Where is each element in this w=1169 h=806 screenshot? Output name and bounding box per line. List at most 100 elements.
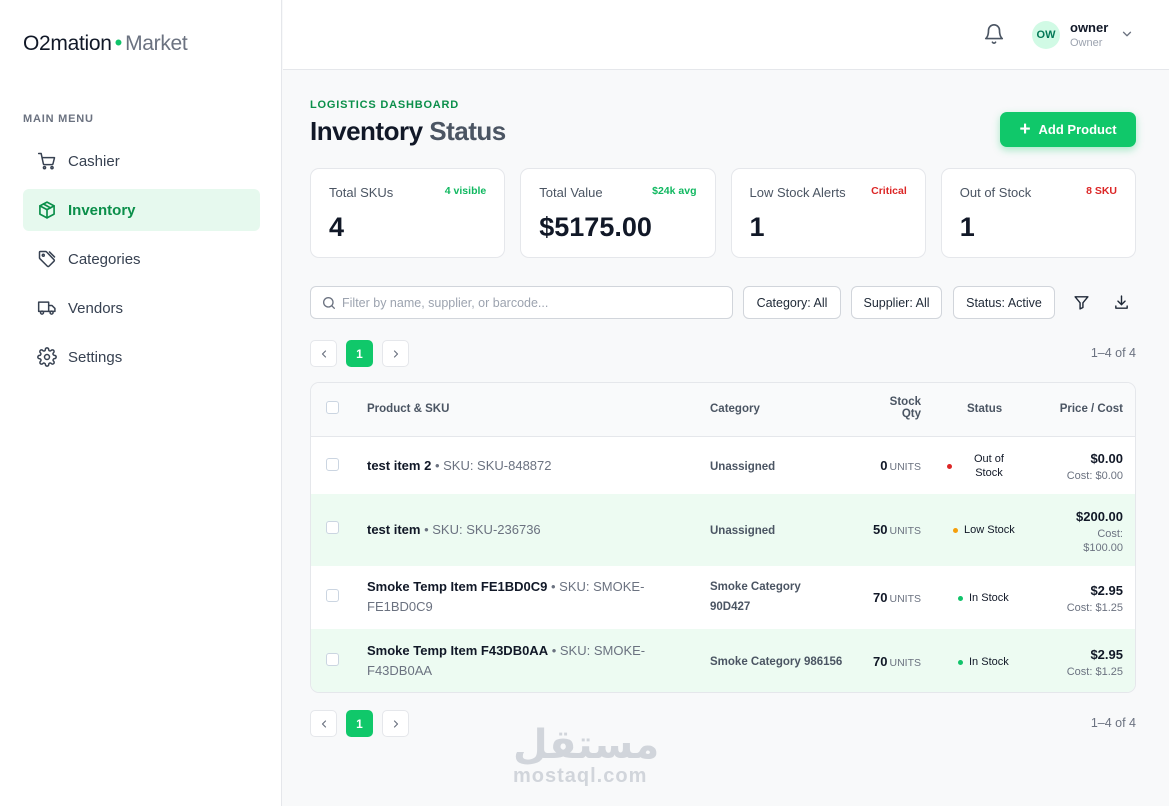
row-checkbox[interactable] <box>326 458 339 471</box>
category-filter[interactable]: Category: All <box>743 286 841 319</box>
select-all-checkbox[interactable] <box>326 401 339 414</box>
brand-logo[interactable]: O2mation • Market <box>23 30 188 56</box>
page-range: 1–4 of 4 <box>1090 346 1136 360</box>
row-checkbox[interactable] <box>326 521 339 534</box>
stock-qty: 0 UNITS <box>880 458 921 473</box>
product-name: Smoke Temp Item F43DB0AA • SKU: SMOKE- F4… <box>367 641 647 681</box>
row-checkbox[interactable] <box>326 589 339 602</box>
tag-icon <box>37 249 57 269</box>
main-menu-heading: MAIN MENU <box>23 113 94 125</box>
qty-value: 50 <box>873 522 888 537</box>
stat-card-total-skus: Total SKUs 4 visible 4 <box>310 168 506 258</box>
filter-icon[interactable] <box>1070 291 1092 313</box>
status-line1: Out of <box>974 453 1004 465</box>
product-sku: • SKU: SMOKE- <box>551 579 645 594</box>
qty-value: 0 <box>880 458 888 473</box>
page-eyebrow: LOGISTICS DASHBOARD <box>310 99 460 111</box>
product-sku: • SKU: SKU-236736 <box>424 522 541 537</box>
sidebar: O2mation • Market MAIN MENU Cashier Invent… <box>0 0 282 806</box>
product-category: Smoke Category 90D427 <box>710 577 850 617</box>
add-product-label: Add Product <box>1038 122 1117 137</box>
search-input[interactable] <box>342 288 727 317</box>
stock-qty: 50 UNITS <box>873 522 921 537</box>
sidebar-item-vendors[interactable]: Vendors <box>23 287 260 329</box>
column-product[interactable]: Product & SKU <box>367 403 449 415</box>
chevron-right-icon <box>393 719 398 728</box>
stat-value: 1 <box>959 212 975 242</box>
chevron-down-icon[interactable] <box>1120 27 1134 41</box>
user-name[interactable]: owner <box>1070 20 1108 35</box>
product-title: Smoke Temp Item F43DB0AA <box>367 643 549 658</box>
column-stock[interactable]: Stock Qty <box>890 396 921 420</box>
status-filter[interactable]: Status: Active <box>953 286 1055 319</box>
watermark-latin: mostaql.com <box>513 765 648 787</box>
sidebar-item-categories[interactable]: Categories <box>23 238 260 280</box>
column-stock-line2: Qty <box>901 408 921 420</box>
cost-line1: Cost: <box>1097 528 1123 540</box>
product-sku-line2: F43DB0AA <box>367 663 433 678</box>
product-cost: Cost: $1.25 <box>1066 602 1123 614</box>
page-title: Inventory Status <box>310 116 506 147</box>
category-line2: 90D427 <box>710 601 751 613</box>
category-line1: Smoke Category <box>710 581 801 593</box>
page-button-current[interactable]: 1 <box>346 340 373 367</box>
stat-card-low-stock: Low Stock Alerts Critical 1 <box>730 168 926 258</box>
product-sku: • SKU: SMOKE- <box>551 643 646 658</box>
next-page-button[interactable] <box>382 340 409 367</box>
box-icon <box>37 200 57 220</box>
page-range: 1–4 of 4 <box>1090 716 1136 730</box>
table-row[interactable]: test item • SKU: SKU-236736 Unassigned 5… <box>311 494 1135 566</box>
next-page-button[interactable] <box>382 710 409 737</box>
sidebar-item-label: Cashier <box>68 152 120 170</box>
main-nav: Cashier Inventory Categories Vendors Set… <box>23 140 260 385</box>
product-category: Smoke Category 986156 <box>710 656 843 668</box>
status-dot <box>958 595 963 601</box>
supplier-filter[interactable]: Supplier: All <box>851 286 942 319</box>
stat-badge: 4 visible <box>444 185 487 197</box>
qty-units: UNITS <box>889 593 922 605</box>
prev-page-button[interactable] <box>310 340 337 367</box>
product-title: test item <box>367 522 421 537</box>
bell-icon[interactable] <box>983 23 1005 45</box>
add-product-button[interactable]: + Add Product <box>1000 112 1136 147</box>
stat-cards: Total SKUs 4 visible 4 Total Value $24k … <box>310 168 1136 258</box>
gear-icon <box>37 347 57 367</box>
brand-suffix: Market <box>125 32 188 55</box>
sidebar-item-inventory[interactable]: Inventory <box>23 189 260 231</box>
column-price[interactable]: Price / Cost <box>1060 403 1123 415</box>
column-stock-line1: Stock <box>889 396 921 408</box>
chevron-left-icon <box>321 349 326 358</box>
page-button-current[interactable]: 1 <box>346 710 373 737</box>
product-category: Unassigned <box>710 525 776 537</box>
product-sku-line2: FE1BD0C9 <box>367 599 433 614</box>
table-row[interactable]: test item 2 • SKU: SKU-848872 Unassigned… <box>311 438 1135 494</box>
qty-value: 70 <box>873 590 888 605</box>
cost-line2: $100.00 <box>1083 542 1123 554</box>
product-cost: Cost: $0.00 <box>1066 470 1123 482</box>
avatar[interactable]: OW <box>1032 21 1060 49</box>
table-row[interactable]: Smoke Temp Item FE1BD0C9 • SKU: SMOKE- FE… <box>311 566 1135 629</box>
product-price: $0.00 <box>1090 451 1123 466</box>
truck-icon <box>37 298 57 318</box>
column-status[interactable]: Status <box>967 403 1002 415</box>
product-title: Smoke Temp Item FE1BD0C9 <box>367 579 548 594</box>
main-content: OW owner Owner LOGISTICS DASHBOARD Inven… <box>283 0 1169 806</box>
row-checkbox[interactable] <box>326 653 339 666</box>
status-badge: Out of Stock <box>947 452 1004 480</box>
status-badge: Low Stock <box>953 524 1015 536</box>
sidebar-item-label: Settings <box>68 348 123 366</box>
download-icon[interactable] <box>1110 291 1132 313</box>
stat-card-out-of-stock: Out of Stock 8 SKU 1 <box>940 168 1136 258</box>
table-row[interactable]: Smoke Temp Item F43DB0AA • SKU: SMOKE- F4… <box>311 629 1135 692</box>
prev-page-button[interactable] <box>310 710 337 737</box>
column-category[interactable]: Category <box>710 403 760 415</box>
sidebar-item-cashier[interactable]: Cashier <box>23 140 260 182</box>
qty-units: UNITS <box>889 657 922 669</box>
cart-icon <box>37 151 57 171</box>
sidebar-item-settings[interactable]: Settings <box>23 336 260 378</box>
pagination-bottom: 1 1–4 of 4 <box>310 710 1136 737</box>
top-bar: OW owner Owner <box>283 0 1169 70</box>
product-title: test item 2 <box>367 458 432 473</box>
status-text: In Stock <box>969 656 1009 668</box>
user-role: Owner <box>1070 37 1103 49</box>
